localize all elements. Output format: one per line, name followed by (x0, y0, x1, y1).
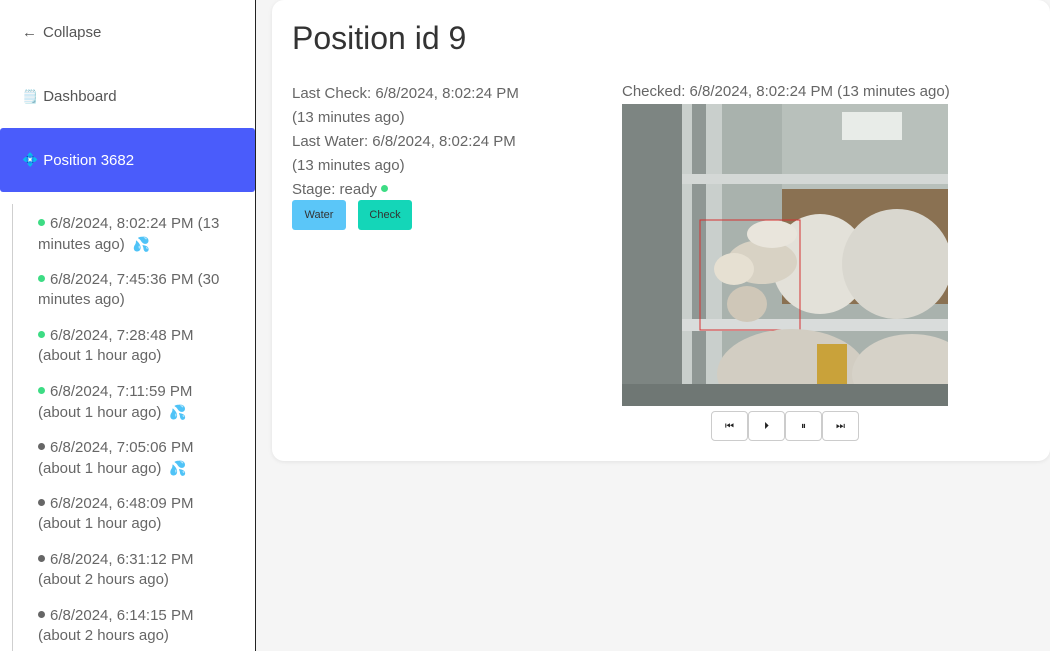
last-check-text: Last Check: 6/8/2024, 8:02:24 PM (13 min… (292, 85, 519, 126)
skip-last-icon: ⏭ (836, 420, 845, 432)
stage-status-dot (381, 185, 389, 192)
history-item[interactable]: 6/8/2024, 6:48:09 PM (about 1 hour ago) (38, 494, 238, 534)
status-dot (38, 387, 45, 394)
diamond-icon: 💠 (22, 152, 39, 167)
status-dot (38, 555, 45, 562)
status-dot (38, 443, 45, 450)
page-title: Position id 9 (292, 20, 467, 56)
history-timestamp: 6/8/2024, 6:31:12 PM (about 2 hours ago) (38, 551, 194, 588)
status-dot (38, 219, 45, 226)
history-timestamp: 6/8/2024, 8:02:24 PM (13 minutes ago) (38, 215, 220, 253)
notepad-icon: 🗒️ (22, 88, 39, 104)
status-dot (38, 331, 45, 338)
history-item[interactable]: 6/8/2024, 7:28:48 PM (about 1 hour ago) (38, 326, 238, 366)
play-button[interactable]: ⏵ (748, 411, 785, 441)
history-timestamp: 6/8/2024, 7:45:36 PM (30 minutes ago) (38, 271, 220, 308)
status-dot (38, 499, 45, 506)
pause-button[interactable]: ⏸ (785, 411, 822, 441)
history-timestamp: 6/8/2024, 7:28:48 PM (about 1 hour ago) (38, 327, 194, 364)
history-item[interactable]: 6/8/2024, 6:14:15 PM (about 2 hours ago) (38, 606, 238, 646)
nav-position-3682[interactable]: 💠 Position 3682 (0, 128, 255, 192)
camera-image-graphic (622, 104, 948, 406)
history-item[interactable]: 6/8/2024, 6:31:12 PM (about 2 hours ago) (38, 550, 238, 590)
play-icon: ⏵ (764, 420, 769, 432)
water-drops-icon: 💦 (169, 404, 187, 420)
pause-icon: ⏸ (801, 420, 806, 432)
status-dot (38, 611, 45, 618)
playback-controls: ⏮ ⏵ ⏸ ⏭ (711, 411, 859, 441)
history-item[interactable]: 6/8/2024, 8:02:24 PM (13 minutes ago) 💦 (38, 214, 238, 255)
history-item[interactable]: 6/8/2024, 7:45:36 PM (30 minutes ago) (38, 270, 238, 310)
history-timestamp: 6/8/2024, 6:48:09 PM (about 1 hour ago) (38, 495, 194, 532)
collapse-label: Collapse (43, 24, 102, 41)
checked-timestamp: Checked: 6/8/2024, 8:02:24 PM (13 minute… (622, 83, 950, 100)
position-card: Position id 9 Last Check: 6/8/2024, 8:02… (272, 0, 1050, 461)
sidebar: ← Collapse 🗒️ Dashboard 💠 Position 3682 … (0, 0, 256, 651)
check-button[interactable]: Check (358, 200, 412, 230)
water-drops-icon: 💦 (169, 460, 187, 476)
history-item[interactable]: 6/8/2024, 7:11:59 PM (about 1 hour ago) 💦 (38, 382, 238, 423)
history-list: 6/8/2024, 8:02:24 PM (13 minutes ago) 💦 6/… (12, 204, 244, 651)
skip-last-button[interactable]: ⏭ (822, 411, 859, 441)
nav-active-label: Position 3682 (43, 151, 135, 169)
status-dot (38, 275, 45, 282)
position-info: Last Check: 6/8/2024, 8:02:24 PM (13 min… (292, 82, 532, 202)
skip-first-button[interactable]: ⏮ (711, 411, 748, 441)
collapse-button[interactable]: ← Collapse (22, 24, 101, 41)
stage-text: Stage: ready (292, 181, 378, 198)
history-item[interactable]: 6/8/2024, 7:05:06 PM (about 1 hour ago) 💦 (38, 438, 238, 479)
stage-row: Stage: ready (292, 178, 532, 202)
history-timestamp: 6/8/2024, 6:14:15 PM (about 2 hours ago) (38, 607, 194, 644)
arrow-left-icon: ← (22, 24, 37, 41)
skip-first-icon: ⏮ (725, 420, 734, 432)
nav-dashboard[interactable]: 🗒️ Dashboard (22, 88, 117, 105)
last-water-text: Last Water: 6/8/2024, 8:02:24 PM (13 min… (292, 133, 516, 174)
water-drops-icon: 💦 (132, 236, 151, 252)
camera-image (622, 104, 948, 406)
water-button[interactable]: Water (292, 200, 346, 230)
nav-dashboard-label: Dashboard (43, 88, 117, 105)
